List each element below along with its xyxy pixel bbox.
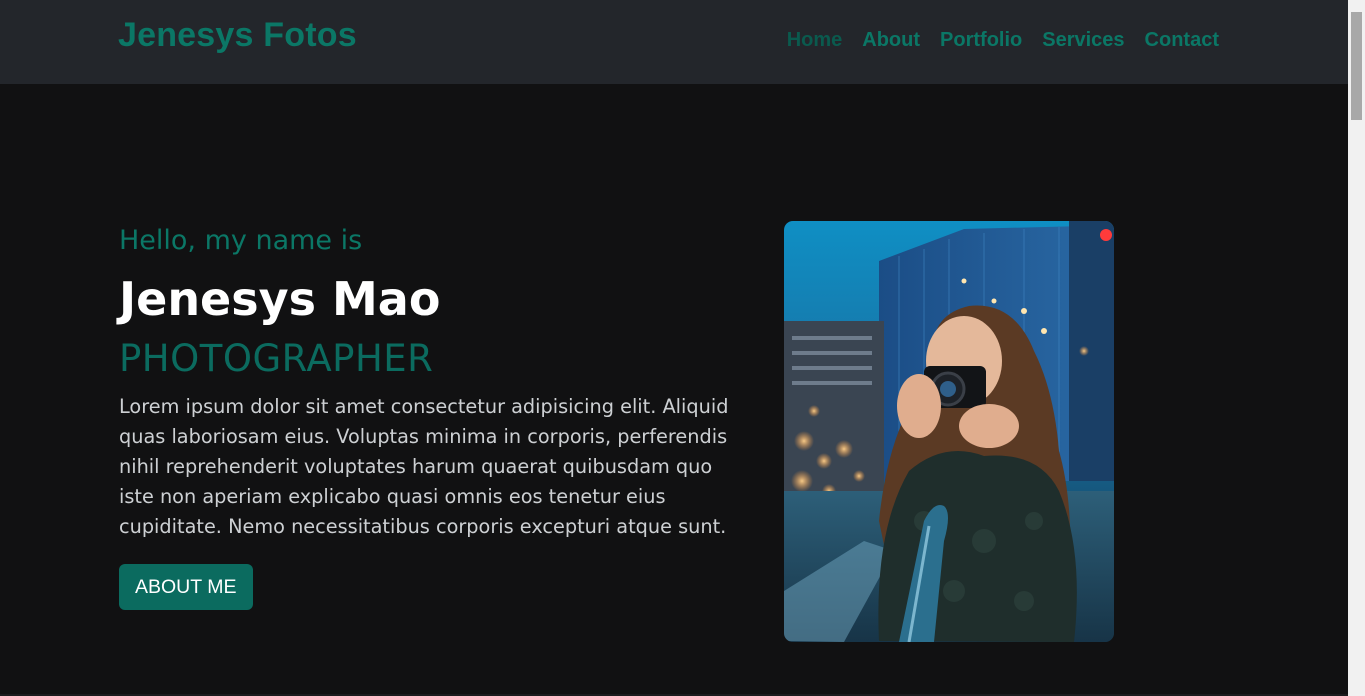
scrollbar[interactable] bbox=[1348, 0, 1365, 696]
hero-name: Jenesys Mao bbox=[119, 272, 441, 326]
nav-link-portfolio[interactable]: Portfolio bbox=[940, 29, 1022, 52]
hero-greeting: Hello, my name is bbox=[119, 225, 363, 256]
photographer-photo-image bbox=[784, 221, 1114, 642]
hero-section: Hello, my name is Jenesys Mao PHOTOGRAPH… bbox=[119, 222, 729, 610]
photographer-photo bbox=[784, 221, 1114, 642]
navbar: Jenesys Fotos Home About Portfolio Servi… bbox=[0, 0, 1348, 84]
hero-role: PHOTOGRAPHER bbox=[119, 337, 434, 380]
nav-link-home[interactable]: Home bbox=[787, 29, 843, 52]
nav-links: Home About Portfolio Services Contact bbox=[787, 29, 1219, 52]
nav-link-services[interactable]: Services bbox=[1042, 29, 1124, 52]
scrollbar-thumb[interactable] bbox=[1351, 12, 1362, 120]
about-me-button[interactable]: ABOUT ME bbox=[119, 564, 253, 610]
nav-link-contact[interactable]: Contact bbox=[1145, 29, 1219, 52]
nav-link-about[interactable]: About bbox=[862, 29, 920, 52]
hero-bio: Lorem ipsum dolor sit amet consectetur a… bbox=[119, 395, 729, 538]
brand-logo[interactable]: Jenesys Fotos bbox=[118, 16, 357, 55]
